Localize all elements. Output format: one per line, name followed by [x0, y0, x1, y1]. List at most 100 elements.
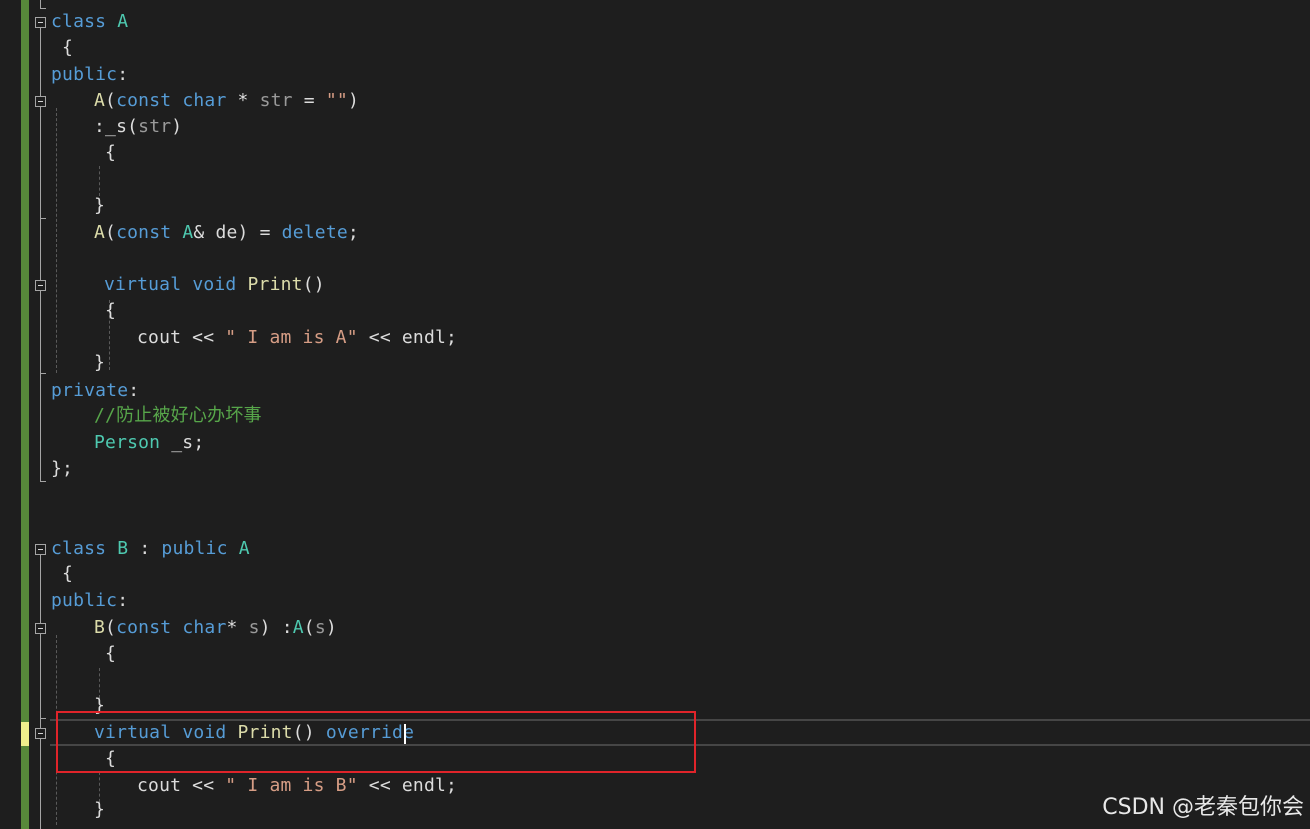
code-editor[interactable]: class A { public: A(const char * str = "… — [0, 0, 1310, 829]
outline-tick — [40, 8, 46, 9]
base-class-name: A — [292, 617, 304, 638]
code-line-4[interactable]: A(const char * str = "") — [94, 88, 359, 114]
unsaved-change-marker — [21, 722, 29, 746]
keyword: public — [51, 64, 118, 85]
outline-tick — [40, 218, 46, 219]
class-name: B — [117, 538, 129, 559]
parameter: str — [259, 90, 293, 111]
brace: } — [94, 352, 106, 373]
keyword: char — [182, 617, 227, 638]
constructor-name: A — [94, 90, 106, 111]
punctuation: : — [117, 64, 129, 85]
outline-tick — [40, 373, 46, 374]
code-line-13[interactable]: private: — [51, 378, 139, 404]
brace: }; — [51, 458, 74, 479]
code-line-19[interactable]: public: — [51, 588, 128, 614]
punctuation: : — [128, 538, 162, 559]
fold-toggle-constructor-a[interactable] — [35, 96, 46, 107]
outline-tick — [40, 718, 46, 719]
outline-line-class-b — [40, 555, 41, 829]
parameter: str — [138, 116, 172, 137]
keyword: char — [182, 90, 227, 111]
code-line-3[interactable]: public: — [51, 62, 128, 88]
punctuation: : — [117, 590, 129, 611]
fold-toggle-constructor-b[interactable] — [35, 623, 46, 634]
punctuation: : — [270, 617, 293, 638]
keyword: public — [51, 590, 118, 611]
punctuation: ) — [325, 617, 337, 638]
keyword: class — [51, 538, 107, 559]
code-line-5[interactable]: :_s(str) — [94, 114, 182, 140]
punctuation: ( — [127, 116, 139, 137]
fold-toggle-class-b[interactable] — [35, 544, 46, 555]
code-line-15[interactable]: Person _s; — [94, 430, 204, 456]
keyword: class — [51, 11, 107, 32]
punctuation: ( — [105, 222, 117, 243]
code-line-6[interactable]: { — [94, 140, 116, 166]
keyword: virtual — [104, 274, 182, 295]
operator: * — [226, 90, 260, 111]
code-text: _s; — [160, 432, 205, 453]
operator: = — [292, 90, 326, 111]
indent-guide — [56, 108, 57, 373]
parameter: s — [314, 617, 326, 638]
keyword: public — [161, 538, 228, 559]
code-line-10[interactable]: { — [94, 298, 116, 324]
comment: //防止被好心办坏事 — [94, 405, 262, 426]
class-name: A — [117, 11, 129, 32]
code-line-11[interactable]: cout << " I am is A" << endl; — [137, 325, 457, 351]
base-class-name: A — [238, 538, 250, 559]
code-line-9[interactable]: virtual void Print() — [104, 272, 325, 298]
code-text: cout << — [137, 775, 226, 796]
constructor-name: A — [94, 222, 106, 243]
brace: } — [94, 195, 106, 216]
punctuation: ( — [105, 90, 117, 111]
code-line-16[interactable]: }; — [51, 456, 73, 482]
type-name: Person — [94, 432, 161, 453]
string-literal: "" — [325, 90, 348, 111]
code-line-17[interactable]: class B : public A — [51, 536, 250, 562]
fold-toggle-print-b[interactable] — [35, 728, 46, 739]
code-text: << endl; — [357, 775, 458, 796]
change-tracking-bar — [21, 0, 29, 829]
code-line-14[interactable]: //防止被好心办坏事 — [94, 403, 262, 429]
keyword: const — [116, 222, 172, 243]
constructor-name: B — [94, 617, 106, 638]
code-line-12[interactable]: } — [94, 350, 105, 376]
punctuation: ) — [347, 90, 359, 111]
code-text: cout << — [137, 327, 226, 348]
code-line-26[interactable]: } — [94, 797, 105, 823]
punctuation: ; — [347, 222, 359, 243]
fold-toggle-print-a[interactable] — [35, 280, 46, 291]
punctuation: : — [94, 116, 106, 137]
punctuation: () — [302, 274, 325, 295]
code-line-21[interactable]: { — [94, 641, 116, 667]
code-line-8[interactable]: A(const A& de) = delete; — [94, 220, 359, 246]
keyword: const — [116, 617, 172, 638]
annotation-highlight-box — [56, 711, 696, 773]
indent-guide — [99, 166, 100, 196]
brace: { — [105, 300, 117, 321]
function-name: Print — [247, 274, 303, 295]
parameter: s — [248, 617, 260, 638]
keyword: delete — [281, 222, 348, 243]
code-line-18[interactable]: { — [51, 561, 73, 587]
keyword: void — [192, 274, 237, 295]
code-text: << endl; — [357, 327, 458, 348]
fold-toggle-class-a[interactable] — [35, 17, 46, 28]
type-name: A — [182, 222, 194, 243]
code-line-25[interactable]: cout << " I am is B" << endl; — [137, 773, 457, 799]
brace: { — [62, 37, 74, 58]
string-literal: " I am is B" — [225, 775, 358, 796]
watermark: CSDN @老秦包你会 — [1102, 795, 1304, 820]
outline-line-class-a — [40, 0, 41, 8]
brace: { — [62, 563, 74, 584]
code-line-20[interactable]: B(const char* s) :A(s) — [94, 615, 337, 641]
code-line-1[interactable]: class A — [51, 9, 128, 35]
code-line-2[interactable]: { — [51, 35, 73, 61]
operator: * — [226, 617, 249, 638]
keyword: private — [51, 380, 129, 401]
code-line-7[interactable]: } — [94, 193, 105, 219]
member-name: _s — [105, 116, 128, 137]
punctuation: ) — [259, 617, 271, 638]
